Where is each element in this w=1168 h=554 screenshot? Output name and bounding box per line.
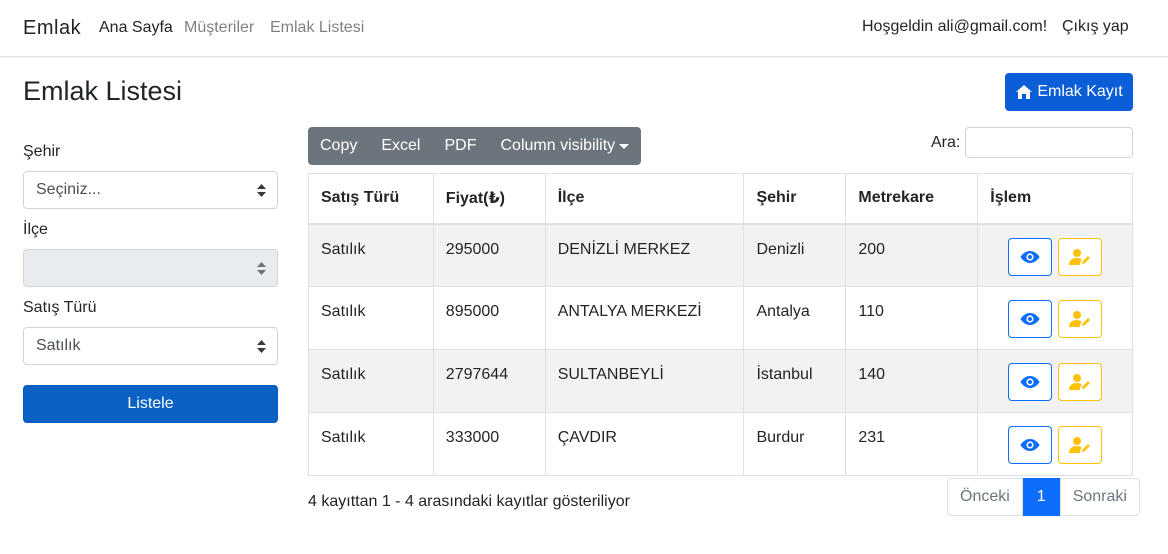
home-icon: [1015, 84, 1033, 100]
cell-city: Burdur: [743, 412, 847, 476]
cell-district: ÇAVDIR: [544, 412, 745, 476]
caret-down-icon: [619, 143, 630, 149]
property-table: Satış Türü Fiyat(₺) İlçe Şehir Metrekare…: [308, 173, 1133, 476]
cell-actions: [977, 286, 1133, 350]
cell-sale-type: Satılık: [308, 412, 434, 476]
sale-type-select-value: Satılık: [36, 337, 81, 354]
pdf-button[interactable]: PDF: [432, 127, 488, 165]
cell-actions: [977, 412, 1133, 476]
select-caret-icon: [257, 340, 266, 358]
cell-actions: [977, 223, 1133, 287]
add-property-button[interactable]: Emlak Kayıt: [1005, 73, 1133, 111]
edit-user-button[interactable]: [1058, 426, 1103, 464]
cell-price: 2797644: [432, 349, 546, 413]
cell-area: 140: [845, 349, 979, 413]
col-actions: İşlem: [977, 173, 1133, 225]
user-edit-icon: [1069, 374, 1091, 390]
city-select[interactable]: Seçiniz...: [23, 171, 278, 209]
user-edit-icon: [1069, 437, 1091, 453]
eye-icon: [1020, 376, 1040, 388]
eye-icon: [1020, 313, 1040, 325]
column-visibility-label: Column visibility: [500, 137, 616, 154]
sale-type-label: Satış Türü: [23, 299, 97, 316]
view-button[interactable]: [1007, 237, 1052, 276]
navbar: Emlak Ana Sayfa Müşteriler Emlak Listesi…: [0, 0, 1168, 57]
district-select[interactable]: [23, 249, 278, 287]
cell-area: 231: [845, 412, 979, 476]
table-row: Satılık 295000 DENİZLİ MERKEZ Denizli 20…: [308, 223, 1133, 287]
table-row: Satılık 2797644 SULTANBEYLİ İstanbul 140: [308, 349, 1133, 413]
cell-sale-type: Satılık: [308, 286, 434, 350]
nav-customers[interactable]: Müşteriler: [184, 19, 254, 37]
eye-icon: [1020, 439, 1040, 451]
select-caret-icon: [257, 262, 266, 280]
edit-user-button[interactable]: [1058, 363, 1103, 401]
prev-page-button[interactable]: Önceki: [947, 478, 1023, 516]
col-city[interactable]: Şehir: [743, 173, 847, 225]
user-edit-icon: [1069, 311, 1091, 327]
copy-button[interactable]: Copy: [308, 127, 369, 165]
list-button[interactable]: Listele: [23, 385, 278, 423]
cell-actions: [977, 349, 1133, 413]
user-edit-icon: [1069, 248, 1091, 265]
cell-area: 200: [845, 223, 979, 287]
cell-district: DENİZLİ MERKEZ: [544, 223, 745, 287]
sale-type-select[interactable]: Satılık: [23, 327, 278, 365]
table-info: 4 kayıttan 1 - 4 arasındaki kayıtlar gös…: [308, 493, 630, 510]
eye-icon: [1020, 250, 1040, 263]
cell-city: Antalya: [743, 286, 847, 350]
view-button[interactable]: [1007, 426, 1052, 464]
cell-price: 333000: [432, 412, 546, 476]
cell-city: Denizli: [743, 223, 847, 287]
cell-price: 295000: [432, 223, 546, 287]
search-input[interactable]: [965, 127, 1133, 158]
cell-price: 895000: [432, 286, 546, 350]
col-district[interactable]: İlçe: [544, 173, 745, 225]
edit-user-button[interactable]: [1058, 300, 1103, 338]
col-area[interactable]: Metrekare: [845, 173, 979, 225]
col-price[interactable]: Fiyat(₺): [432, 173, 546, 225]
cell-sale-type: Satılık: [308, 349, 434, 413]
search-label: Ara:: [931, 134, 961, 151]
export-button-group: Copy Excel PDF Column visibility: [308, 127, 642, 165]
select-caret-icon: [257, 184, 266, 202]
view-button[interactable]: [1007, 300, 1052, 338]
cell-area: 110: [845, 286, 979, 350]
column-visibility-button[interactable]: Column visibility: [488, 127, 641, 165]
user-greeting: Hoşgeldin ali@gmail.com!: [862, 18, 1048, 35]
nav-property-list[interactable]: Emlak Listesi: [270, 19, 364, 37]
table-row: Satılık 895000 ANTALYA MERKEZİ Antalya 1…: [308, 286, 1133, 350]
nav-home[interactable]: Ana Sayfa: [99, 19, 173, 37]
cell-district: SULTANBEYLİ: [544, 349, 745, 413]
table-header-row: Satış Türü Fiyat(₺) İlçe Şehir Metrekare…: [308, 173, 1133, 225]
cell-sale-type: Satılık: [308, 223, 434, 287]
district-label: İlçe: [23, 221, 48, 238]
view-button[interactable]: [1007, 363, 1052, 401]
next-page-button[interactable]: Sonraki: [1059, 478, 1140, 516]
edit-user-button[interactable]: [1058, 237, 1103, 276]
brand-logo[interactable]: Emlak: [23, 17, 81, 40]
col-sale-type[interactable]: Satış Türü: [308, 173, 434, 225]
table-row: Satılık 333000 ÇAVDIR Burdur 231: [308, 412, 1133, 476]
logout-link[interactable]: Çıkış yap: [1062, 18, 1129, 36]
city-label: Şehir: [23, 143, 61, 160]
excel-button[interactable]: Excel: [369, 127, 432, 165]
pagination: Önceki 1 Sonraki: [947, 478, 1140, 516]
page-1-button[interactable]: 1: [1022, 478, 1060, 516]
page-title: Emlak Listesi: [23, 76, 183, 106]
cell-city: İstanbul: [743, 349, 847, 413]
add-property-label: Emlak Kayıt: [1037, 83, 1123, 100]
city-select-value: Seçiniz...: [36, 181, 101, 198]
cell-district: ANTALYA MERKEZİ: [544, 286, 745, 350]
